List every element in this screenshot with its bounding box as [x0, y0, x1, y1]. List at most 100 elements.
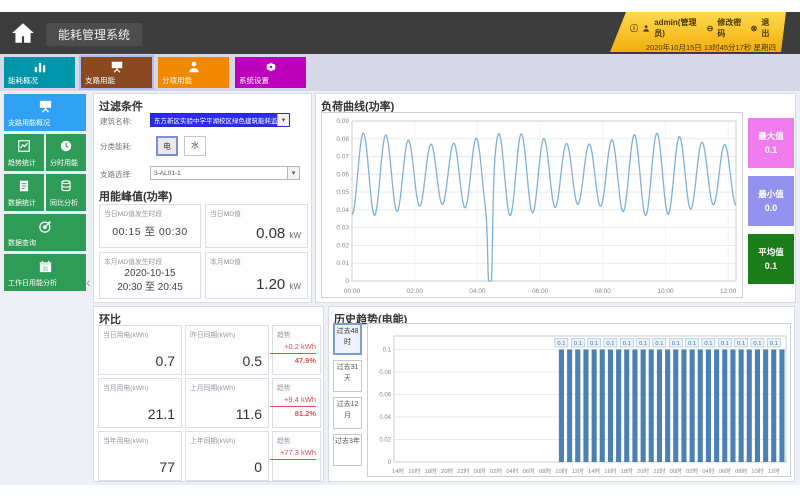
history-trend-chartbox: 00.020.040.060.080.10.10.10.10.10.10.10.…	[367, 323, 791, 477]
cell-label: 上月同期(kWh)	[190, 382, 235, 392]
svg-text:00:00: 00:00	[344, 288, 361, 295]
cell-label: 昨日同期(kWh)	[190, 329, 235, 339]
svg-text:10:00: 10:00	[657, 288, 674, 295]
cell-value: 0.7	[156, 353, 175, 369]
svg-text:00时: 00时	[474, 467, 486, 475]
range-button-12m[interactable]: 过去12月	[333, 397, 362, 429]
building-label: 建筑名称:	[100, 116, 132, 127]
svg-text:06时: 06时	[523, 467, 535, 475]
sidebar-item-label: 数据查询	[8, 238, 36, 248]
tab-label: 支路用能	[85, 75, 115, 86]
history-trend-panel: 历史趋势(电能) 过去48时 过去31天 过去12月 过去3年 00.020.0…	[328, 306, 795, 482]
svg-text:0.1: 0.1	[704, 341, 712, 347]
svg-text:0.1: 0.1	[590, 341, 598, 347]
sidebar-item-yoy-analysis[interactable]: 同比分析	[46, 174, 86, 211]
app-title: 能耗管理系统	[46, 23, 142, 46]
branch-select[interactable]: 3-AL01-1 ▾	[150, 166, 300, 180]
card-value: 0.08 kW	[256, 225, 301, 242]
datetime-text: 2020年10月15日 13时45分17秒 星期四	[610, 39, 786, 53]
chevron-down-icon: ▾	[287, 167, 299, 179]
svg-text:0.01: 0.01	[336, 260, 349, 267]
cell-label: 上年同期(kWh)	[190, 435, 235, 445]
stat-min-card: 最小值 0.0	[748, 176, 794, 226]
category-electric-button[interactable]: 电	[156, 136, 178, 156]
tab-energy-overview[interactable]: 能耗概况	[4, 57, 75, 88]
cell-label: 当日用电(kWh)	[103, 329, 148, 339]
stat-value: 0.1	[748, 145, 794, 155]
svg-text:0.1: 0.1	[655, 341, 663, 347]
card-label: 当日MD值发生时段	[104, 208, 162, 218]
gear-icon	[264, 60, 278, 74]
svg-text:0.1: 0.1	[753, 341, 761, 347]
presentation-board-icon	[38, 99, 53, 114]
cell-value: 0.5	[243, 353, 262, 369]
tab-label: 分项用能	[162, 75, 192, 86]
cell-label: 趋势	[277, 435, 291, 445]
card-value: 00:15 至 00:30	[100, 224, 200, 239]
svg-text:0.1: 0.1	[770, 341, 778, 347]
sidebar-item-trend-statistics[interactable]: 趋势统计	[4, 134, 44, 171]
md-today-value-card: 当日MD值 0.08 kW	[205, 204, 308, 248]
svg-text:04:00: 04:00	[469, 288, 486, 295]
svg-text:22时: 22时	[653, 467, 665, 475]
home-button[interactable]	[10, 20, 36, 46]
cell-label: 当年用电(kWh)	[103, 435, 148, 445]
card-label: 本月MD值发生时段	[104, 256, 162, 266]
card-value: 2020-10-1520:30 至 20:45	[100, 267, 200, 294]
clock-icon	[59, 139, 73, 153]
page: 能耗管理系统 ⓘ admin(管理员) ⊖ 修改密码 ⊗ 退出 2020年10月…	[0, 0, 800, 500]
header-bar: 能耗管理系统 ⓘ admin(管理员) ⊖ 修改密码 ⊗ 退出 2020年10月…	[0, 12, 800, 54]
sidebar-item-label: 支路用能概况	[8, 118, 50, 128]
md-month-value-card: 本月MD值 1.20 kW	[205, 252, 308, 299]
range-button-31d[interactable]: 过去31天	[333, 360, 362, 392]
svg-text:12时: 12时	[572, 467, 584, 475]
building-select[interactable]: 东方新区实验中学平湖校区绿色建筑能耗监管系统 ▾	[150, 113, 290, 127]
logout-link[interactable]: 退出	[761, 17, 776, 39]
sidebar-item-data-query[interactable]: 数据查询	[4, 214, 86, 251]
sidebar-item-workday-analysis[interactable]: 31 工作日用能分析	[4, 254, 86, 291]
load-curve-chartbox: 00.010.020.030.040.050.060.070.080.0900:…	[321, 112, 743, 298]
category-water-button[interactable]: 水	[184, 136, 206, 156]
range-button-48h[interactable]: 过去48时	[333, 323, 362, 355]
branch-label: 支路选择:	[100, 169, 132, 180]
stat-avg-card: 平均值 0.1	[748, 234, 794, 284]
md-today-period-card: 当日MD值发生时段 00:15 至 00:30	[99, 204, 201, 248]
svg-text:0.1: 0.1	[383, 348, 392, 354]
svg-text:14时: 14时	[392, 467, 404, 475]
sidebar-item-label: 数据统计	[8, 198, 36, 208]
svg-text:20时: 20时	[441, 467, 453, 475]
sidebar-item-time-of-use[interactable]: 分时用能	[46, 134, 86, 171]
svg-text:0.04: 0.04	[336, 207, 349, 214]
svg-text:0: 0	[388, 460, 392, 466]
category-label: 分类能耗:	[100, 141, 132, 152]
svg-text:0.1: 0.1	[639, 341, 647, 347]
tab-system-settings[interactable]: 系统设置	[235, 57, 306, 88]
sidebar-item-label: 分时用能	[50, 158, 78, 168]
peak-section-title: 用能峰值(功率)	[99, 188, 172, 204]
ring-trend-cell: 趋势 +0.2 kWh 47.9%	[272, 325, 321, 375]
ring-trend-cell: 趋势 +9.4 kWh 81.2%	[272, 378, 321, 428]
trend-delta: +0.2 kWh	[270, 342, 316, 354]
svg-text:0.1: 0.1	[606, 341, 614, 347]
svg-text:02:00: 02:00	[407, 288, 424, 295]
cell-label: 趋势	[277, 329, 291, 339]
svg-text:22时: 22时	[457, 467, 469, 475]
svg-text:06:00: 06:00	[532, 288, 549, 295]
tab-branch-energy[interactable]: 支路用能	[81, 57, 152, 88]
report-icon	[17, 179, 31, 193]
sidebar-collapse-icon[interactable]: ‹	[86, 274, 91, 290]
change-password-link[interactable]: 修改密码	[717, 17, 746, 39]
filter-section-title: 过滤条件	[99, 98, 143, 114]
cell-value: 77	[159, 459, 175, 475]
svg-text:0.03: 0.03	[336, 225, 349, 232]
tab-subitem-energy[interactable]: 分项用能	[158, 57, 229, 88]
svg-text:0.06: 0.06	[336, 171, 349, 178]
cell-value: 0	[254, 459, 262, 475]
range-button-3y[interactable]: 过去3年	[333, 434, 362, 466]
svg-text:18时: 18时	[621, 467, 633, 475]
svg-text:0.07: 0.07	[336, 154, 349, 161]
sidebar-item-branch-overview[interactable]: 支路用能概况	[4, 94, 86, 131]
sidebar-item-data-statistics[interactable]: 数据统计	[4, 174, 44, 211]
svg-text:0.05: 0.05	[336, 189, 349, 196]
svg-text:0.02: 0.02	[336, 242, 349, 249]
